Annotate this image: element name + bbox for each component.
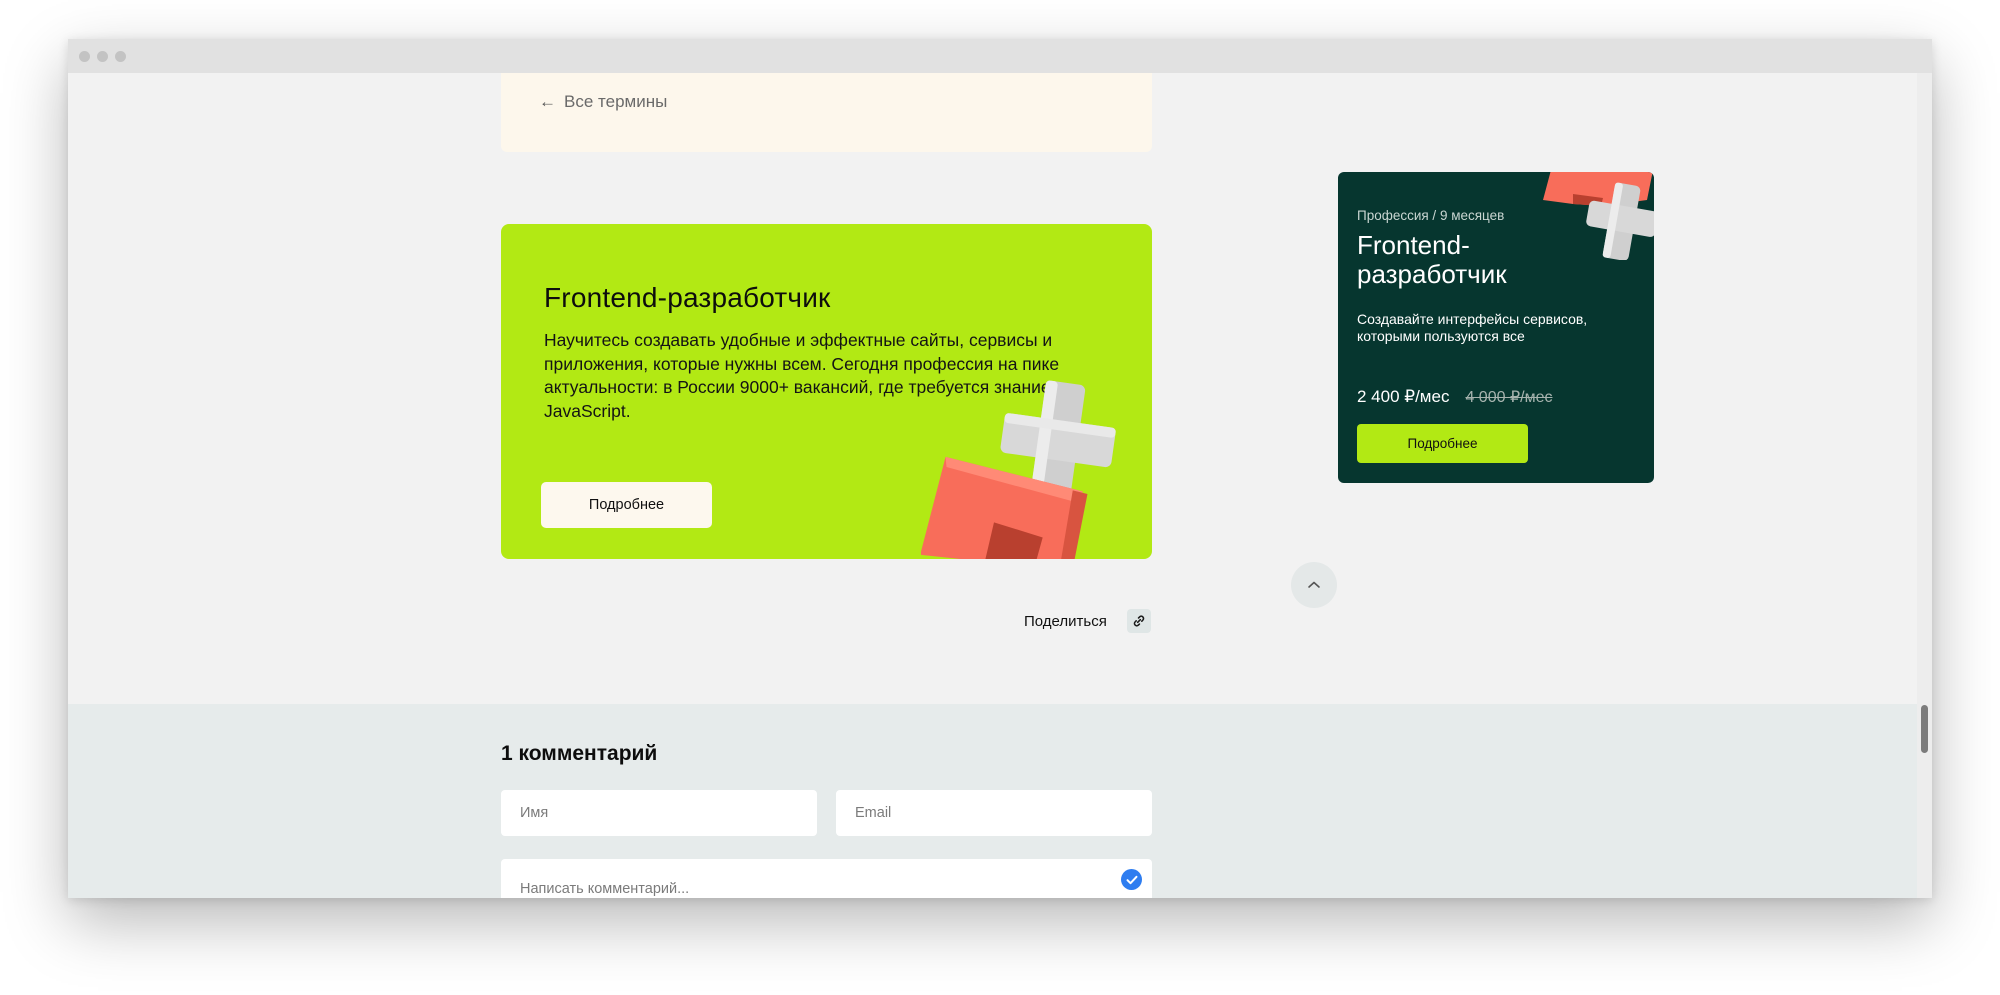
checkmark-icon: [1121, 869, 1142, 890]
all-terms-link[interactable]: ← Все термины: [539, 92, 667, 112]
all-terms-label: Все термины: [564, 92, 668, 111]
page-viewport: ← Все термины Frontend-разработчик Научи…: [68, 73, 1917, 898]
window-minimize-dot[interactable]: [97, 51, 108, 62]
page-scrollbar[interactable]: [1917, 73, 1932, 898]
share-row: Поделиться: [1024, 609, 1151, 633]
sidebar-course-card: Профессия / 9 месяцев Frontend-разработч…: [1338, 172, 1654, 483]
course-price: 2 400 ₽/мес 4 000 ₽/мес: [1357, 387, 1552, 407]
price-old: 4 000 ₽/мес: [1465, 389, 1553, 406]
comments-title: 1 комментарий: [501, 742, 658, 765]
name-field[interactable]: [501, 790, 817, 836]
price-current: 2 400 ₽/мес: [1357, 387, 1450, 406]
scrollbar-thumb[interactable]: [1921, 705, 1928, 753]
chevron-up-icon: [1308, 581, 1320, 588]
decorative-3d-shapes: [921, 380, 1116, 559]
promo-banner: Frontend-разработчик Научитесь создавать…: [501, 224, 1152, 559]
copy-link-button[interactable]: [1126, 609, 1151, 633]
arrow-left-icon: ←: [539, 92, 556, 111]
course-description: Создавайте интерфейсы сервисов, которыми…: [1357, 311, 1588, 344]
comments-section: 1 комментарий: [68, 704, 1917, 898]
share-label: Поделиться: [1024, 612, 1107, 630]
comment-field[interactable]: [501, 859, 1152, 898]
promo-title: Frontend-разработчик: [544, 282, 831, 313]
window-maximize-dot[interactable]: [115, 51, 126, 62]
course-more-button[interactable]: Подробнее: [1357, 424, 1528, 463]
email-field[interactable]: [836, 790, 1152, 836]
window-titlebar: [68, 39, 1932, 73]
scroll-to-top-button[interactable]: [1291, 562, 1337, 608]
link-icon: [1133, 615, 1145, 627]
course-duration: Профессия / 9 месяцев: [1357, 208, 1505, 223]
course-title: Frontend-разработчик: [1357, 230, 1507, 289]
browser-window: ← Все термины Frontend-разработчик Научи…: [68, 39, 1932, 898]
promo-more-button[interactable]: Подробнее: [541, 482, 712, 528]
window-close-dot[interactable]: [79, 51, 90, 62]
article-footer-card: ← Все термины: [501, 73, 1152, 152]
